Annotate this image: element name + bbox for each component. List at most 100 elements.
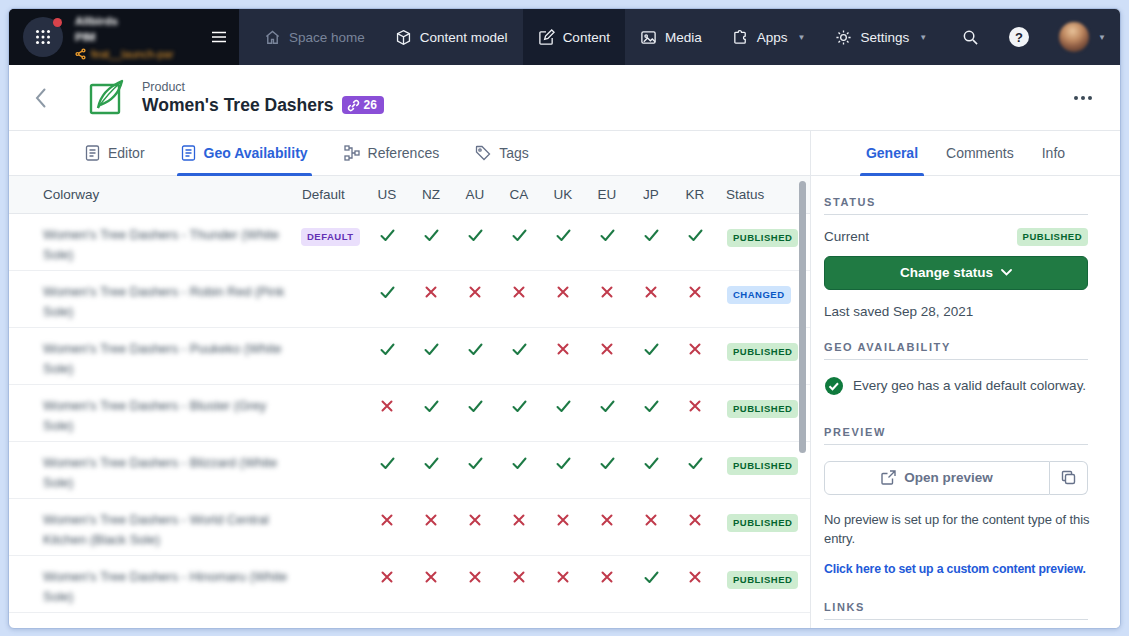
table-row[interactable]: Women's Tree Dashers - Puukeko (White So… <box>9 328 810 385</box>
cross-icon <box>645 514 657 526</box>
check-icon <box>424 457 439 470</box>
setup-preview-link[interactable]: Click here to set up a custom content pr… <box>824 562 1088 576</box>
links-heading: LINKS <box>824 601 1088 620</box>
table-row[interactable]: Women's Tree Dashers - Thunder (White So… <box>9 214 810 271</box>
geo-valid-message: Every geo has a valid default colorway. <box>824 376 1088 396</box>
space-name: AllbirdsPIM <box>75 14 207 45</box>
cross-icon <box>601 514 613 526</box>
table-row[interactable]: Women's Tree Dashers - Bluster (Grey Sol… <box>9 385 810 442</box>
preview-heading: PREVIEW <box>824 426 1088 445</box>
avatar <box>1059 22 1089 52</box>
check-icon <box>644 343 659 356</box>
col-kr: KR <box>673 187 717 202</box>
status-badge: PUBLISHED <box>727 514 798 532</box>
cross-icon <box>381 400 393 412</box>
cross-icon <box>381 571 393 583</box>
cross-icon <box>513 571 525 583</box>
col-default: Default <box>293 187 365 202</box>
cross-icon <box>689 400 701 412</box>
nav-content-model[interactable]: Content model <box>380 9 523 65</box>
nav-apps[interactable]: Apps ▼ <box>717 9 821 65</box>
check-icon <box>512 343 527 356</box>
table-row[interactable]: Women's Tree Dashers - Hinomaru (White S… <box>9 556 810 613</box>
nav-space-home[interactable]: Space home <box>249 9 380 65</box>
chevron-left-icon <box>35 88 46 108</box>
table-row[interactable]: Women's Tree Dashers - World Central Kit… <box>9 499 810 556</box>
help-button[interactable]: ? <box>1009 27 1029 47</box>
default-badge: DEFAULT <box>301 228 360 246</box>
account-menu[interactable]: ▼ <box>1059 22 1106 52</box>
caret-down-icon: ▼ <box>1098 33 1106 42</box>
content-model-icon <box>395 29 412 46</box>
check-icon <box>424 343 439 356</box>
tab-geo-availability[interactable]: Geo Availability <box>181 131 308 175</box>
colorway-name: Women's Tree Dashers - World Central Kit… <box>43 512 269 547</box>
grid-icon <box>35 29 51 45</box>
tab-tags[interactable]: Tags <box>475 131 529 175</box>
search-icon <box>962 29 979 46</box>
nav-media[interactable]: Media <box>625 9 717 65</box>
search-button[interactable] <box>962 29 979 46</box>
check-icon <box>380 286 395 299</box>
tab-references[interactable]: References <box>344 131 440 175</box>
tab-info[interactable]: Info <box>1042 131 1065 175</box>
cross-icon <box>469 286 481 298</box>
tag-icon <box>475 145 491 161</box>
cross-icon <box>425 286 437 298</box>
copy-preview-link-button[interactable] <box>1050 461 1088 495</box>
entry-type-icon <box>87 77 129 119</box>
check-icon <box>644 400 659 413</box>
cross-icon <box>557 514 569 526</box>
tab-comments[interactable]: Comments <box>946 131 1014 175</box>
col-ca: CA <box>497 187 541 202</box>
table-row[interactable]: Women's Tree Dashers - Blizzard (White S… <box>9 442 810 499</box>
help-icon: ? <box>1009 27 1029 47</box>
cross-icon <box>425 514 437 526</box>
colorway-name: Women's Tree Dashers - Puukeko (White So… <box>43 341 282 376</box>
back-button[interactable] <box>9 65 71 130</box>
hamburger-menu[interactable] <box>211 31 227 43</box>
colorway-name: Women's Tree Dashers - Bluster (Grey Sol… <box>43 398 266 433</box>
link-count-badge[interactable]: 26 <box>342 96 384 114</box>
notification-dot <box>53 18 62 27</box>
status-heading: STATUS <box>824 196 1088 215</box>
col-status: Status <box>717 187 810 202</box>
content-type-label: Product <box>142 80 384 94</box>
cross-icon <box>689 343 701 355</box>
scrollbar-thumb[interactable] <box>799 181 806 453</box>
media-icon <box>640 29 657 46</box>
entry-tabs: Editor Geo Availability References Tags <box>9 131 810 176</box>
cross-icon <box>557 571 569 583</box>
app-grid-button[interactable] <box>23 17 63 57</box>
check-icon <box>644 457 659 470</box>
more-actions-button[interactable] <box>1074 96 1092 100</box>
check-icon <box>556 400 571 413</box>
open-preview-button[interactable]: Open preview <box>824 461 1050 495</box>
cross-icon <box>557 343 569 355</box>
tab-editor[interactable]: Editor <box>85 131 145 175</box>
cross-icon <box>469 514 481 526</box>
page-title: Women's Tree Dashers <box>142 95 334 116</box>
col-nz: NZ <box>409 187 453 202</box>
colorway-name: Women's Tree Dashers - Robin Red (Pink S… <box>43 284 284 319</box>
change-status-button[interactable]: Change status <box>824 256 1088 290</box>
space-switcher[interactable]: AllbirdsPIM feat__launch-par <box>9 9 239 65</box>
copy-icon <box>1061 470 1076 485</box>
nav-content[interactable]: Content <box>523 9 625 65</box>
geo-availability-heading: GEO AVAILABILITY <box>824 341 1088 360</box>
nav-settings[interactable]: Settings ▼ <box>820 9 942 65</box>
col-uk: UK <box>541 187 585 202</box>
tab-general[interactable]: General <box>866 131 918 175</box>
status-badge: PUBLISHED <box>727 571 798 589</box>
references-icon <box>344 145 360 161</box>
cross-icon <box>689 514 701 526</box>
check-icon <box>424 400 439 413</box>
table-row[interactable]: Women's Tree Dashers - Robin Red (Pink S… <box>9 271 810 328</box>
colorway-name: Women's Tree Dashers - Blizzard (White S… <box>43 455 277 490</box>
sidebar-panel: General Comments Info STATUS Current PUB… <box>811 131 1120 628</box>
check-icon <box>380 343 395 356</box>
cross-icon <box>381 514 393 526</box>
check-icon <box>424 229 439 242</box>
check-circle-icon <box>824 376 844 396</box>
status-badge: PUBLISHED <box>727 229 798 247</box>
